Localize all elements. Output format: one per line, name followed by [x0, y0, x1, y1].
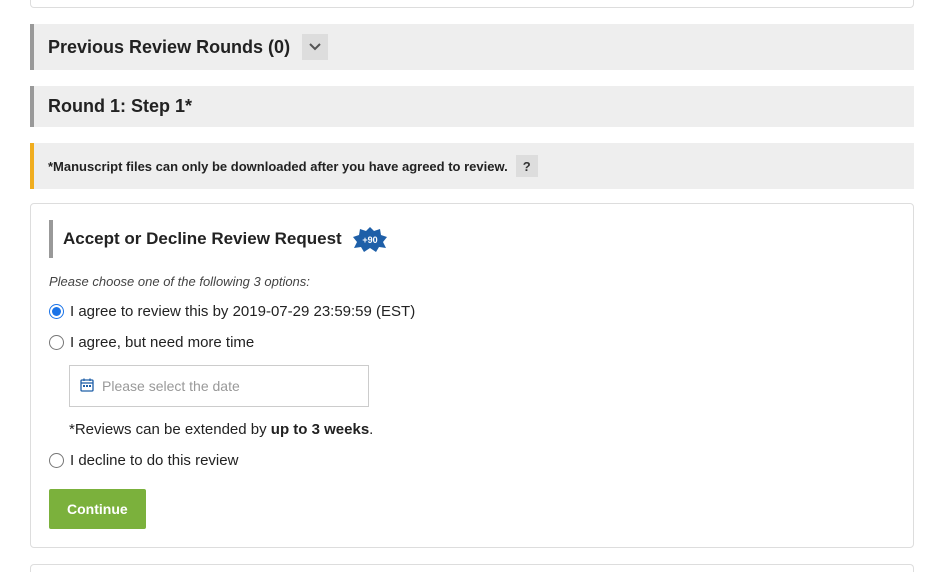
previous-rounds-label: Previous Review Rounds (0): [48, 37, 290, 58]
previous-rounds-header[interactable]: Previous Review Rounds (0): [30, 24, 914, 70]
option-decline-radio[interactable]: [49, 453, 64, 468]
extend-note: *Reviews can be extended by up to 3 week…: [69, 421, 895, 438]
date-input-wrap[interactable]: [69, 365, 369, 407]
help-icon[interactable]: ?: [516, 155, 538, 177]
option-agree-row[interactable]: I agree to review this by 2019-07-29 23:…: [49, 303, 895, 320]
section-title-row: Accept or Decline Review Request +90: [49, 220, 895, 258]
option-agree-label: I agree to review this by 2019-07-29 23:…: [70, 303, 415, 320]
reward-badge-icon: +90: [352, 226, 388, 252]
option-more-time-row[interactable]: I agree, but need more time: [49, 334, 895, 351]
extend-note-prefix: *Reviews can be extended by: [69, 421, 271, 438]
more-time-subgroup: *Reviews can be extended by up to 3 week…: [69, 365, 895, 438]
round-step-label: Round 1: Step 1*: [48, 96, 192, 117]
date-input[interactable]: [102, 378, 358, 394]
round-step-header: Round 1: Step 1*: [30, 86, 914, 127]
svg-text:+90: +90: [362, 235, 377, 245]
continue-button[interactable]: Continue: [49, 489, 146, 529]
info-text: *Manuscript files can only be downloaded…: [48, 159, 508, 174]
option-more-time-radio[interactable]: [49, 335, 64, 350]
extend-note-bold: up to 3 weeks: [271, 421, 369, 438]
option-decline-row[interactable]: I decline to do this review: [49, 452, 895, 469]
option-more-time-label: I agree, but need more time: [70, 334, 254, 351]
calendar-icon: [80, 378, 94, 395]
section-title: Accept or Decline Review Request: [63, 229, 342, 249]
option-decline-label: I decline to do this review: [70, 452, 238, 469]
main-panel: Accept or Decline Review Request +90 Ple…: [30, 203, 914, 548]
chevron-down-icon[interactable]: [302, 34, 328, 60]
instruction-text: Please choose one of the following 3 opt…: [49, 274, 895, 289]
panel-frame-top: [30, 0, 914, 8]
extend-note-suffix: .: [369, 421, 373, 438]
panel-frame-bottom: [30, 564, 914, 572]
info-bar: *Manuscript files can only be downloaded…: [30, 143, 914, 189]
option-agree-radio[interactable]: [49, 304, 64, 319]
